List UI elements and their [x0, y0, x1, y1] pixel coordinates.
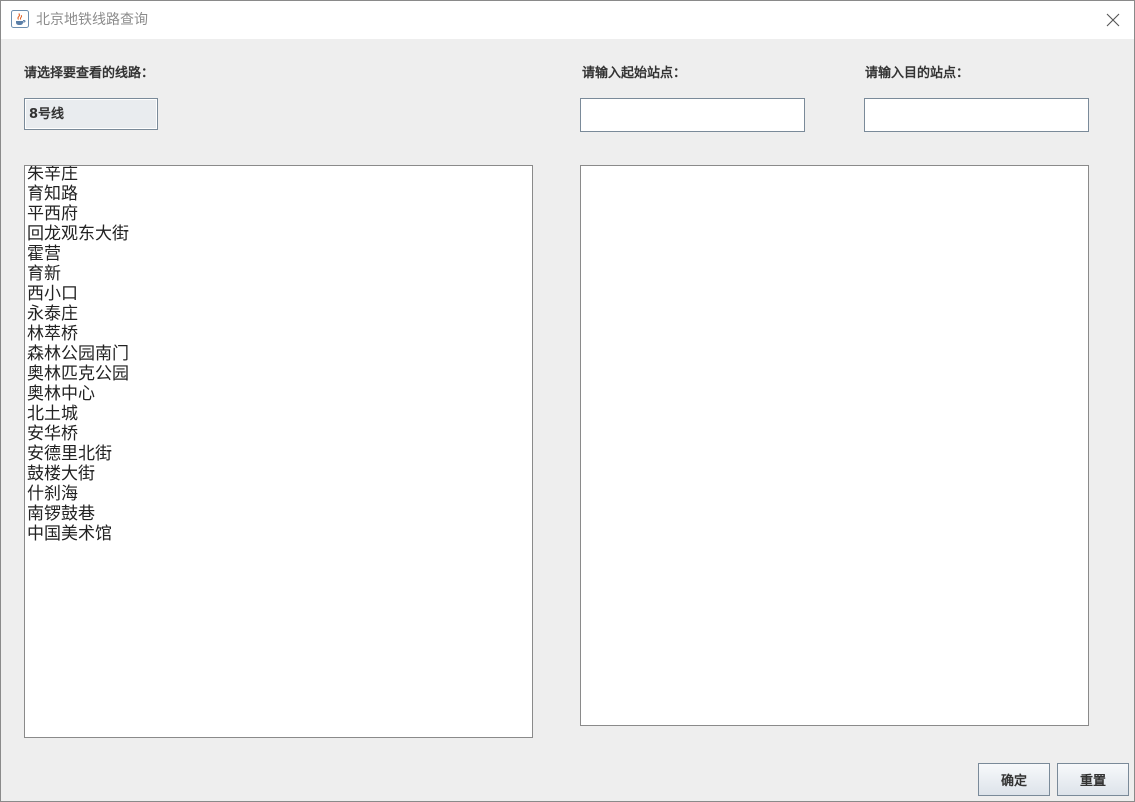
station-list: 朱辛庄 育知路 平西府 回龙观东大街 霍营 育新 西小口 永泰庄 林萃桥 森林公园南门 奥林匹克公园…	[27, 165, 129, 544]
line-select-value: 8号线	[29, 107, 65, 122]
end-station-input[interactable]	[864, 98, 1089, 132]
station-list-item: 中国美术馆	[27, 524, 112, 544]
station-list-item: 回龙观东大街	[27, 224, 129, 244]
java-app-icon	[11, 10, 29, 28]
station-list-item: 永泰庄	[27, 304, 78, 324]
station-list-item: 森林公园南门	[27, 344, 129, 364]
start-station-input[interactable]	[580, 98, 805, 132]
line-selector-label: 请选择要查看的线路：	[24, 66, 155, 81]
close-button[interactable]	[1099, 6, 1127, 34]
station-list-item: 安德里北街	[27, 444, 112, 464]
station-list-item: 平西府	[27, 204, 78, 224]
main-panel: 请选择要查看的线路： 请输入起始站点： 请输入目的站点： 8号线 朱辛庄 育知路平…	[1, 39, 1134, 801]
end-station-label: 请输入目的站点：	[865, 66, 970, 81]
station-list-item: 鼓楼大街	[27, 464, 95, 484]
station-list-item: 育知路	[27, 184, 78, 204]
station-list-item: 奥林匹克公园	[27, 364, 129, 384]
station-list-item: 霍营	[27, 244, 61, 264]
station-list-area[interactable]: 朱辛庄 育知路 平西府 回龙观东大街 霍营 育新 西小口 永泰庄 林萃桥 森林公园南门 奥林匹克公园…	[24, 165, 533, 738]
confirm-button[interactable]: 确定	[978, 763, 1050, 796]
station-list-item: 西小口	[27, 284, 78, 304]
app-window: 北京地铁线路查询 请选择要查看的线路： 请输入起始站点： 请输入目的站点： 8号…	[0, 0, 1135, 802]
station-list-item: 什刹海	[27, 484, 78, 504]
start-station-label: 请输入起始站点：	[582, 66, 687, 81]
title-bar[interactable]: 北京地铁线路查询	[1, 1, 1134, 39]
station-list-item: 奥林中心	[27, 384, 95, 404]
line-select-combobox[interactable]: 8号线	[24, 98, 158, 130]
reset-button[interactable]: 重置	[1057, 763, 1129, 796]
station-list-item: 朱辛庄	[27, 165, 78, 184]
window-title: 北京地铁线路查询	[36, 12, 148, 28]
station-list-item: 育新	[27, 264, 61, 284]
station-list-item: 安华桥	[27, 424, 78, 444]
route-result-area[interactable]	[580, 165, 1089, 726]
station-list-item: 南锣鼓巷	[27, 504, 95, 524]
station-list-item: 林萃桥	[27, 324, 78, 344]
station-list-item: 北土城	[27, 404, 78, 424]
close-icon[interactable]	[1099, 6, 1127, 34]
